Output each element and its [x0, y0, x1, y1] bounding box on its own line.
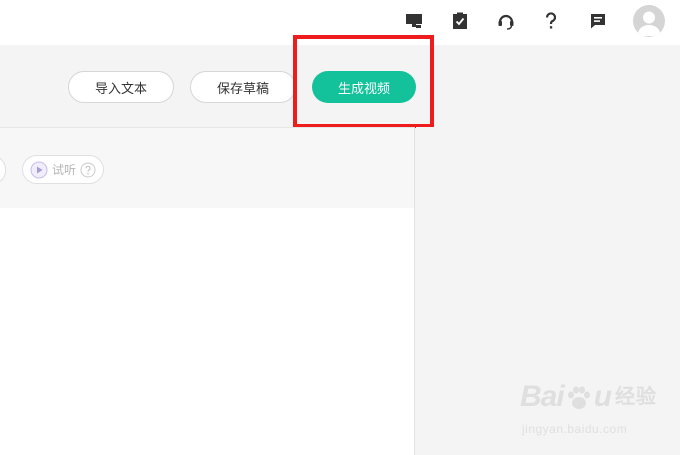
right-panel: [416, 127, 680, 455]
generate-video-button[interactable]: 生成视频: [312, 71, 416, 103]
avatar[interactable]: [633, 5, 665, 37]
message-icon[interactable]: [587, 10, 609, 32]
help-circle-icon[interactable]: [80, 162, 96, 178]
save-draft-button[interactable]: 保存草稿: [190, 71, 296, 103]
preview-listen-button[interactable]: 试听: [22, 155, 104, 184]
play-icon: [30, 161, 48, 178]
headset-icon[interactable]: [495, 10, 517, 32]
editor-panel: 试听: [0, 127, 415, 455]
editor-header: 试听: [0, 128, 414, 208]
help-icon[interactable]: [540, 10, 562, 32]
monitor-icon[interactable]: [403, 10, 425, 32]
clipboard-check-icon[interactable]: [449, 10, 471, 32]
preview-label: 试听: [52, 163, 77, 177]
top-bar: [0, 0, 680, 45]
import-text-button[interactable]: 导入文本: [68, 71, 174, 103]
voice-option-pill[interactable]: [0, 156, 6, 184]
